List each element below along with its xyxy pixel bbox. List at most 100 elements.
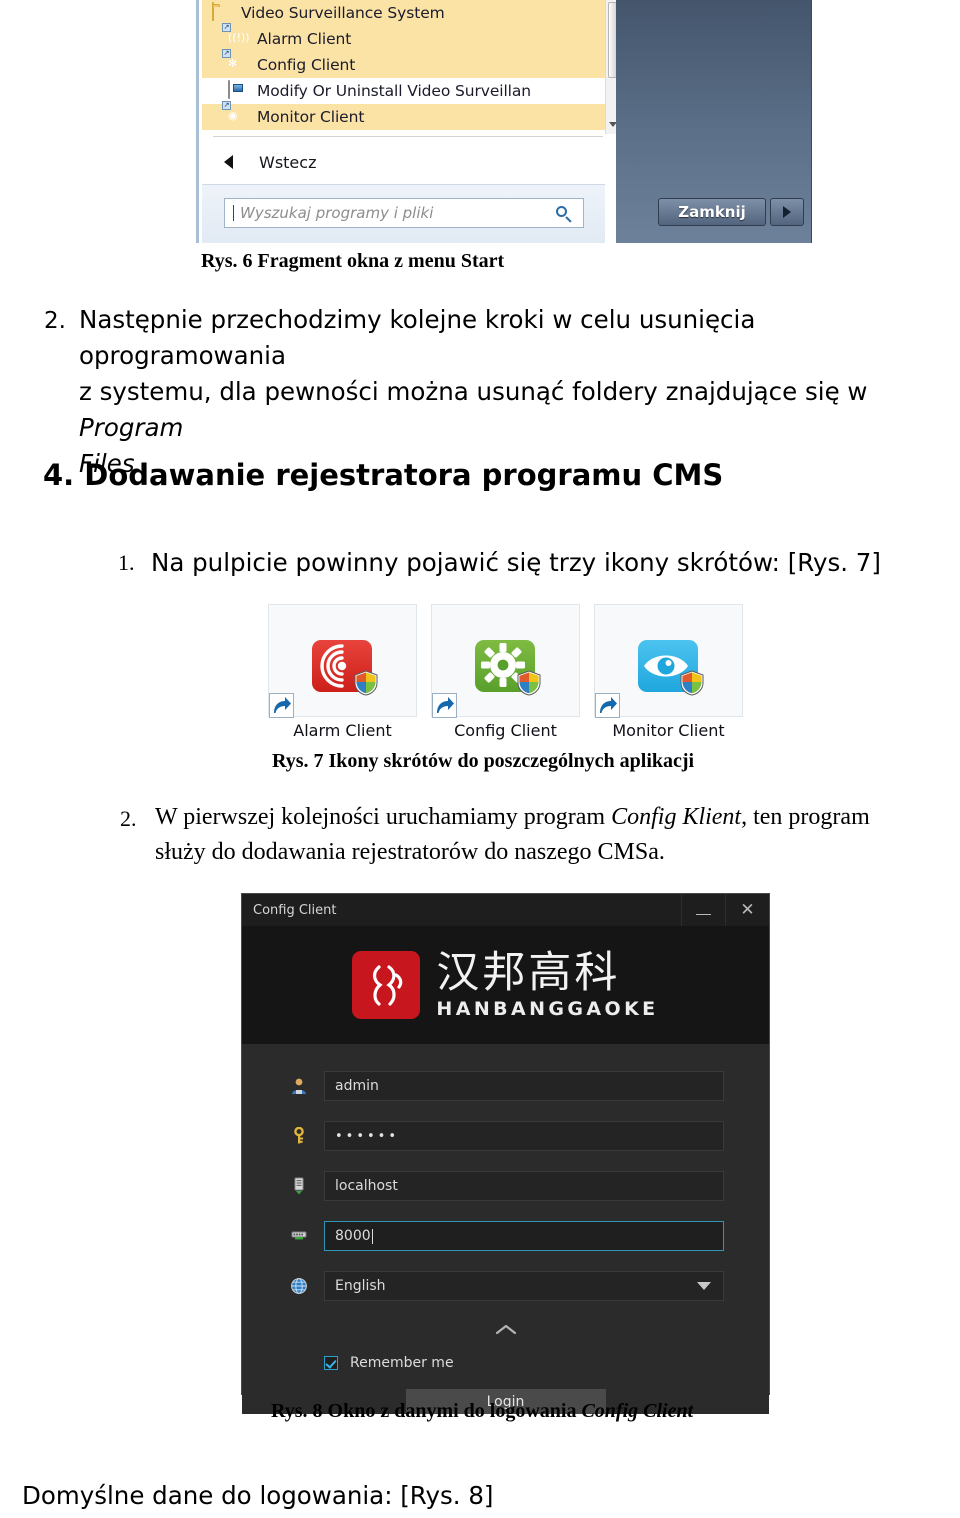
start-menu-item-config-client[interactable]: ✻ ↗ Config Client <box>202 49 605 78</box>
back-button-label: Wstecz <box>259 152 317 172</box>
triangle-right-icon <box>783 206 791 218</box>
search-placeholder-label: Wyszukaj programy i pliki <box>240 204 434 222</box>
password-value: •••••• <box>335 1128 400 1144</box>
username-input[interactable]: admin <box>324 1071 724 1101</box>
start-menu-item-label: Modify Or Uninstall Video Surveillan <box>257 82 532 100</box>
username-value: admin <box>335 1078 379 1094</box>
key-icon <box>286 1127 312 1145</box>
remember-me-row[interactable]: Remember me <box>242 1350 769 1376</box>
shortcut-label: Alarm Client <box>293 721 392 740</box>
desktop-shortcut-alarm-client[interactable]: Alarm Client <box>268 604 417 740</box>
port-icon <box>286 1227 312 1245</box>
language-select[interactable]: English <box>324 1271 724 1301</box>
start-menu-item-alarm-client[interactable]: ((!)) ↗ Alarm Client <box>202 23 605 52</box>
globe-icon <box>286 1277 312 1295</box>
server-value: localhost <box>335 1178 398 1194</box>
brand-text-block: 汉邦高科 HANBANGGAOKE <box>436 947 659 1020</box>
paragraph-line-1: Następnie przechodzimy kolejne kroki w c… <box>79 305 756 370</box>
shortcut-label: Config Client <box>454 721 557 740</box>
divider <box>213 136 603 137</box>
shortcut-arrow-icon <box>269 693 294 718</box>
paragraph-uninstall-steps: Następnie przechodzimy kolejne kroki w c… <box>79 302 959 482</box>
search-input[interactable]: Wyszukaj programy i pliki <box>224 198 584 228</box>
uac-shield-icon <box>680 670 704 696</box>
window-controls: ✕ <box>681 894 769 926</box>
brand-banner: 汉邦高科 HANBANGGAOKE <box>242 926 769 1044</box>
start-menu-search-area: Wyszukaj programy i pliki <box>202 184 605 243</box>
caption-figure-6: Rys. 6 Fragment okna z menu Start <box>201 250 505 272</box>
server-icon <box>286 1177 312 1195</box>
brand-name-cn: 汉邦高科 <box>436 947 621 998</box>
start-menu-item-monitor-client[interactable]: ◉ ↗ Monitor Client <box>202 101 605 130</box>
figure-desktop-shortcuts: Alarm Client Config Client Monitor Clien… <box>268 604 744 740</box>
window-title: Config Client <box>253 902 337 918</box>
password-row: •••••• <box>242 1116 769 1156</box>
shutdown-options-button[interactable] <box>770 198 804 226</box>
user-icon <box>286 1077 312 1095</box>
caption-8-text: Rys. 8 Okno z danymi do logowania <box>271 1400 582 1422</box>
server-input[interactable]: localhost <box>324 1171 724 1201</box>
text-caret <box>371 1228 373 1244</box>
alarm-siren-icon <box>312 640 378 696</box>
back-arrow-icon <box>224 155 233 169</box>
start-menu-right-pane: Zamknij <box>616 0 812 243</box>
window-titlebar[interactable]: Config Client ✕ <box>242 894 769 926</box>
collapse-toggle[interactable] <box>242 1316 769 1344</box>
password-input[interactable]: •••••• <box>324 1121 724 1151</box>
start-menu-back-button[interactable]: Wstecz <box>202 140 605 184</box>
start-menu-panel: Video Surveillance System ((!)) ↗ Alarm C… <box>196 0 619 243</box>
page-title: 4. Dodawanie rejestratora programu CMS <box>43 458 724 492</box>
remember-me-label: Remember me <box>350 1355 454 1371</box>
monitor-client-icon: ◉ ↗ <box>222 101 238 122</box>
paragraph-line-1b: , ten program <box>741 804 870 830</box>
start-menu-item-label: Alarm Client <box>257 30 352 48</box>
brand-name-en: HANBANGGAOKE <box>436 997 659 1020</box>
desktop-shortcut-monitor-client[interactable]: Monitor Client <box>594 604 743 740</box>
port-row: 8000 <box>242 1216 769 1256</box>
figure-start-menu: Video Surveillance System ((!)) ↗ Alarm C… <box>196 0 812 243</box>
gear-icon <box>475 640 541 696</box>
chevron-up-icon <box>494 1321 518 1340</box>
footer-text: Domyślne dane do logowania: [Rys. 8] <box>22 1481 494 1510</box>
caption-8-italic: Config Client <box>581 1400 694 1422</box>
paragraph-line-2a: z systemu, dla pewności można usunąć fol… <box>79 377 868 406</box>
shortcut-label: Monitor Client <box>612 721 725 740</box>
list-marker: 1. <box>118 550 135 575</box>
remember-me-checkbox[interactable] <box>324 1356 338 1370</box>
minimize-icon[interactable] <box>681 894 725 926</box>
list-marker: 2. <box>44 308 66 334</box>
caption-figure-7: Rys. 7 Ikony skrótów do poszczególnych a… <box>272 750 695 772</box>
start-menu-program-list: Video Surveillance System ((!)) ↗ Alarm C… <box>202 0 605 134</box>
shortcut-arrow-icon <box>595 693 620 718</box>
folder-icon <box>212 2 232 23</box>
search-icon <box>553 203 573 223</box>
paragraph-line-1-italic: Config Klient <box>611 804 742 830</box>
hanbanggaoke-logo-icon <box>352 951 421 1019</box>
paragraph-line-2-italic: Program <box>79 413 184 442</box>
language-value: English <box>335 1278 386 1294</box>
close-icon[interactable]: ✕ <box>725 894 769 926</box>
paragraph-config-client-intro: W pierwszej kolejności uruchamiamy progr… <box>155 800 960 870</box>
shutdown-button[interactable]: Zamknij <box>658 198 766 226</box>
list-marker: 2. <box>120 806 137 831</box>
username-row: admin <box>242 1066 769 1106</box>
login-form: admin •••••• localhost 8000 English Reme… <box>242 1044 769 1414</box>
start-menu-item-label: Video Surveillance System <box>241 4 445 22</box>
alarm-client-icon: ((!)) ↗ <box>222 23 250 44</box>
installer-icon <box>228 80 248 101</box>
text-caret <box>233 205 234 221</box>
port-value: 8000 <box>335 1228 371 1244</box>
uac-shield-icon <box>354 670 378 696</box>
start-menu-item-modify-or-uninstall[interactable]: Modify Or Uninstall Video Surveillan <box>202 78 605 104</box>
chevron-down-icon <box>697 1282 711 1290</box>
paragraph-desktop-shortcuts: Na pulpicie powinny pojawić się trzy iko… <box>151 548 881 577</box>
server-row: localhost <box>242 1166 769 1206</box>
desktop-shortcut-config-client[interactable]: Config Client <box>431 604 580 740</box>
shutdown-control-group: Zamknij <box>658 198 804 226</box>
port-input[interactable]: 8000 <box>324 1221 724 1251</box>
shortcut-arrow-icon <box>432 693 457 718</box>
config-client-login-window: Config Client ✕ 汉邦高科 HANBANGGAOKE admin … <box>241 893 770 1414</box>
paragraph-line-1a: W pierwszej kolejności uruchamiamy progr… <box>155 804 612 830</box>
start-menu-item-video-surveillance-system[interactable]: Video Surveillance System <box>202 0 605 26</box>
uac-shield-icon <box>517 670 541 696</box>
